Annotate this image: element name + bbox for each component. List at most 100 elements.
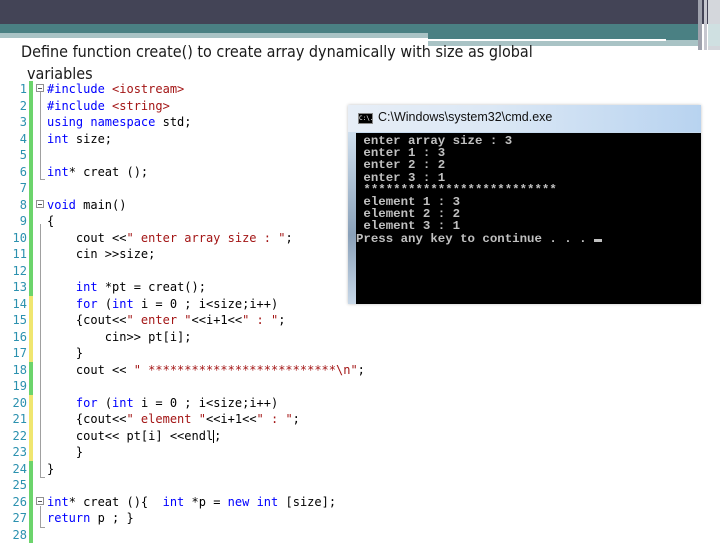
console-output-line: Press any key to continue . . . (356, 233, 602, 245)
code-line[interactable]: 14 for (int i = 0 ; i<size;i++) (0, 296, 380, 313)
line-number: 6 (0, 164, 27, 181)
line-number: 3 (0, 114, 27, 131)
code-string: " : " (242, 313, 278, 327)
code-token: [size]; (278, 495, 336, 509)
change-marker-unsaved (29, 411, 33, 428)
code-text: {cout<<" enter "<<i+1<<" : "; (47, 312, 285, 329)
code-keyword: int (47, 165, 69, 179)
header-edge-decoration (698, 0, 702, 50)
code-token: std; (155, 115, 191, 129)
line-number: 18 (0, 362, 27, 379)
code-keyword: int (112, 396, 134, 410)
console-window[interactable]: C:\. C:\Windows\system32\cmd.exe enter a… (348, 105, 701, 304)
collapse-icon[interactable] (36, 200, 44, 208)
code-token: ; (214, 429, 221, 443)
code-line[interactable]: 22 cout<< pt[i] <<endl; (0, 428, 380, 445)
code-line[interactable]: 5 (0, 147, 380, 164)
slide-title: Define function create() to create array… (21, 41, 661, 85)
collapse-icon[interactable] (36, 84, 44, 92)
change-marker-saved (29, 477, 33, 494)
change-marker-saved (29, 180, 33, 197)
line-number: 10 (0, 230, 27, 247)
console-output: enter array size : 3 enter 1 : 3 enter 2… (356, 135, 602, 245)
code-text: } (47, 345, 83, 362)
code-line[interactable]: 4int size; (0, 131, 380, 148)
code-line[interactable]: 21 {cout<<" element "<<i+1<<" : "; (0, 411, 380, 428)
code-text: for (int i = 0 ; i<size;i++) (47, 296, 278, 313)
change-marker-saved (29, 263, 33, 280)
code-line[interactable]: 7 (0, 180, 380, 197)
code-line[interactable]: 25 (0, 477, 380, 494)
line-number: 5 (0, 147, 27, 164)
code-keyword: #include (47, 82, 112, 96)
code-text: using namespace std; (47, 114, 192, 131)
code-text: int size; (47, 131, 112, 148)
code-line[interactable]: 13 int *pt = creat(); (0, 279, 380, 296)
code-text: for (int i = 0 ; i<size;i++) (47, 395, 278, 412)
console-frame-edge (348, 132, 356, 304)
console-app-icon: C:\. (358, 113, 373, 124)
code-line[interactable]: 23 } (0, 444, 380, 461)
code-line[interactable]: 11 cin >>size; (0, 246, 380, 263)
change-marker-unsaved (29, 428, 33, 445)
code-line[interactable]: 27 return p ; } (0, 510, 380, 527)
change-marker-saved (29, 213, 33, 230)
code-token: ; (293, 412, 300, 426)
header-edge-decoration (708, 24, 720, 46)
line-number: 24 (0, 461, 27, 478)
code-line[interactable]: 16 cin>> pt[i]; (0, 329, 380, 346)
code-line[interactable]: 10 cout <<" enter array size : "; (0, 230, 380, 247)
line-number: 16 (0, 329, 27, 346)
header-strip (0, 33, 428, 38)
code-line[interactable]: 26int* creat (){ int *p = new int [size]… (0, 494, 380, 511)
code-line[interactable]: 6int* creat (); (0, 164, 380, 181)
code-line[interactable]: 28 (0, 527, 380, 543)
code-line[interactable]: 2#include <string> (0, 98, 380, 115)
change-marker-saved (29, 164, 33, 181)
code-string: <iostream> (112, 82, 184, 96)
line-number: 15 (0, 312, 27, 329)
change-marker-unsaved (29, 296, 33, 313)
line-number: 27 (0, 510, 27, 527)
code-editor[interactable]: 1#include <iostream>2#include <string>3 u… (0, 80, 380, 540)
console-output-area[interactable]: enter array size : 3 enter 1 : 3 enter 2… (356, 133, 701, 304)
collapse-icon[interactable] (36, 497, 44, 505)
code-string: " element " (126, 412, 205, 426)
code-line[interactable]: 12 (0, 263, 380, 280)
code-line[interactable]: 20 for (int i = 0 ; i<size;i++) (0, 395, 380, 412)
code-text: cout<< pt[i] <<endl; (47, 428, 221, 445)
change-marker-saved (29, 147, 33, 164)
code-keyword: for (76, 396, 98, 410)
code-text: return p ; } (47, 510, 134, 527)
code-text: } (47, 461, 54, 478)
code-string: <string> (112, 99, 170, 113)
code-token (47, 280, 76, 294)
change-marker-saved (29, 230, 33, 247)
code-token: } (47, 346, 83, 360)
code-token (249, 495, 256, 509)
code-line[interactable]: 9{ (0, 213, 380, 230)
header-edge-decoration (704, 0, 707, 50)
code-line[interactable]: 3 using namespace std; (0, 114, 380, 131)
code-keyword: int (47, 495, 69, 509)
code-token: cout << (47, 231, 126, 245)
code-text: cout <<" enter array size : "; (47, 230, 293, 247)
console-titlebar[interactable]: C:\. C:\Windows\system32\cmd.exe (348, 105, 701, 132)
code-line[interactable]: 15 {cout<<" enter "<<i+1<<" : "; (0, 312, 380, 329)
code-string: " : " (257, 412, 293, 426)
code-text: void main() (47, 197, 126, 214)
code-line[interactable]: 8void main() (0, 197, 380, 214)
code-text: { (47, 213, 54, 230)
code-line[interactable]: 1#include <iostream> (0, 81, 380, 98)
code-token: cout<< pt[i] <<endl (47, 429, 213, 443)
code-token: {cout<< (47, 412, 126, 426)
change-marker-saved (29, 494, 33, 511)
code-line[interactable]: 24} (0, 461, 380, 478)
change-marker-saved (29, 131, 33, 148)
code-text: {cout<<" element "<<i+1<<" : "; (47, 411, 300, 428)
code-token: size; (69, 132, 112, 146)
change-marker-saved (29, 197, 33, 214)
code-line[interactable]: 19 (0, 378, 380, 395)
code-line[interactable]: 18 cout << " **************************\… (0, 362, 380, 379)
code-line[interactable]: 17 } (0, 345, 380, 362)
